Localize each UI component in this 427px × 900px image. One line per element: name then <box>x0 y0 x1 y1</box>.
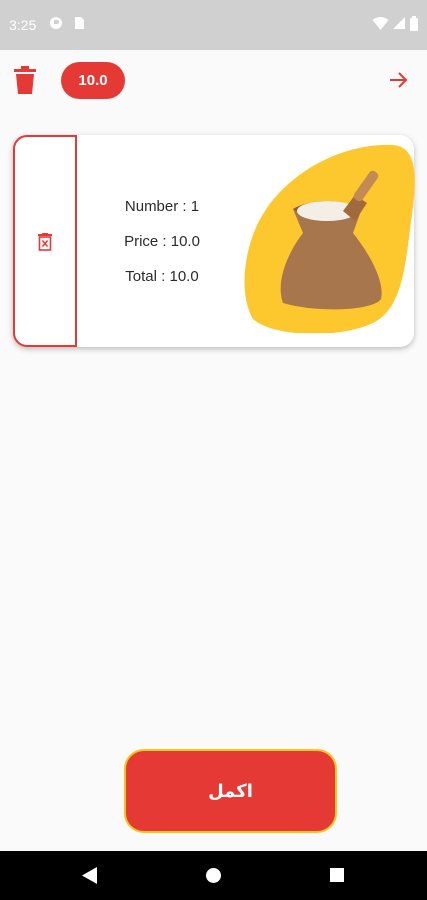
clear-cart-button[interactable] <box>14 66 36 99</box>
battery-icon <box>410 16 418 36</box>
status-time: 3:25 <box>9 17 37 33</box>
nav-recents-icon[interactable] <box>330 868 344 887</box>
notification-icon <box>49 16 63 35</box>
signal-icon <box>393 16 406 35</box>
delete-icon <box>38 233 52 251</box>
item-number: Number : 1 <box>124 198 200 215</box>
trash-icon <box>14 66 36 98</box>
rice-sack-image <box>244 144 415 333</box>
continue-button[interactable]: اكمل <box>124 749 337 833</box>
cart-item-card: Number : 1 Price : 10.0 Total : 10.0 <box>13 135 415 347</box>
sim-card-icon <box>73 16 85 35</box>
remove-item-button[interactable] <box>13 135 77 347</box>
wifi-icon <box>372 16 389 36</box>
cart-total-badge: 10.0 <box>61 62 125 99</box>
item-price: Price : 10.0 <box>124 233 200 250</box>
nav-home-icon[interactable] <box>206 868 221 888</box>
forward-button[interactable] <box>388 70 408 95</box>
item-total: Total : 10.0 <box>125 268 199 285</box>
status-bar: 3:25 <box>0 0 427 50</box>
navigation-bar <box>0 851 427 900</box>
nav-back-icon[interactable] <box>82 867 97 889</box>
arrow-right-icon <box>388 72 408 94</box>
